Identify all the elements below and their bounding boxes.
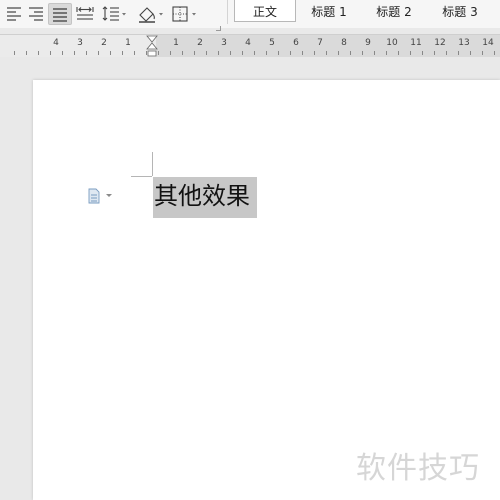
ruler-tick <box>410 51 411 55</box>
ruler-tick <box>26 51 27 55</box>
justify-button[interactable] <box>48 3 72 25</box>
toolbar: 正文 标题 1 标题 2 标题 3 <box>0 0 500 31</box>
ruler-number: 2 <box>101 38 107 48</box>
ruler-number: 12 <box>434 38 446 48</box>
ruler-tick <box>170 51 171 55</box>
ruler-number: 5 <box>269 38 275 48</box>
align-right-icon <box>29 7 43 21</box>
style-gallery: 正文 标题 1 标题 2 标题 3 <box>232 0 500 23</box>
ruler-tick <box>434 51 435 55</box>
watermark: 软件技巧 <box>356 451 480 486</box>
crop-mark <box>152 152 153 176</box>
document-page[interactable] <box>33 80 500 500</box>
shading-icon <box>139 7 163 23</box>
ruler-number: 3 <box>77 38 83 48</box>
ruler-tick <box>158 51 159 55</box>
ruler-number: 13 <box>458 38 470 48</box>
justify-icon <box>53 8 67 22</box>
borders-icon <box>172 6 196 22</box>
ruler-tick <box>398 51 399 55</box>
ruler-tick <box>278 51 279 55</box>
ruler-number: 10 <box>386 38 398 48</box>
ruler-tick <box>182 51 183 55</box>
ruler-tick <box>494 51 495 55</box>
ruler-tick <box>326 51 327 55</box>
ruler-tick <box>242 51 243 55</box>
ruler-tick <box>470 51 471 55</box>
ruler-number: 4 <box>245 38 251 48</box>
style-item-heading1[interactable]: 标题 1 <box>298 0 360 22</box>
ruler-number: 1 <box>125 38 131 48</box>
ruler-tick <box>194 51 195 55</box>
ruler-tick <box>38 51 39 55</box>
chevron-down-icon[interactable] <box>106 194 112 197</box>
ruler-tick <box>290 51 291 55</box>
ruler-tick <box>446 51 447 55</box>
ruler-tick <box>374 51 375 55</box>
distribute-button[interactable] <box>74 3 96 23</box>
ruler-number: 9 <box>365 38 371 48</box>
shading-button[interactable] <box>136 3 166 23</box>
ruler-tick <box>134 51 135 55</box>
ruler-number: 7 <box>317 38 323 48</box>
ruler-tick <box>86 51 87 55</box>
ruler-tick <box>122 51 123 55</box>
toolbar-separator <box>227 0 228 24</box>
paragraph-dialog-launcher[interactable] <box>216 26 221 31</box>
ruler-tick <box>350 51 351 55</box>
ruler-number: 8 <box>341 38 347 48</box>
style-item-heading2[interactable]: 标题 2 <box>362 0 426 22</box>
ruler-tick <box>386 51 387 55</box>
ruler-number: 11 <box>410 38 422 48</box>
ruler-tick <box>14 51 15 55</box>
ruler-number: 14 <box>482 38 494 48</box>
ruler-tick <box>482 51 483 55</box>
style-item-body[interactable]: 正文 <box>234 0 296 22</box>
indent-marker-icon[interactable] <box>146 35 158 58</box>
distribute-icon <box>76 7 94 20</box>
ruler-number: 2 <box>197 38 203 48</box>
selected-text[interactable]: 其他效果 <box>153 177 257 218</box>
ruler-tick <box>74 51 75 55</box>
ruler-tick <box>314 51 315 55</box>
crop-mark <box>131 176 152 177</box>
ruler-number: 4 <box>53 38 59 48</box>
ruler-number: 3 <box>221 38 227 48</box>
paragraph-layout-icon[interactable] <box>86 188 102 204</box>
ruler-tick <box>98 51 99 55</box>
align-left-button[interactable] <box>4 3 24 23</box>
ruler-number: 1 <box>173 38 179 48</box>
ruler-tick <box>458 51 459 55</box>
ruler-tick <box>422 51 423 55</box>
line-spacing-button[interactable] <box>100 3 128 23</box>
ruler-tick <box>62 51 63 55</box>
style-item-heading3[interactable]: 标题 3 <box>428 0 492 22</box>
borders-button[interactable] <box>170 3 200 23</box>
align-right-button[interactable] <box>26 3 46 23</box>
ruler-tick <box>302 51 303 55</box>
ruler-tick <box>362 51 363 55</box>
ruler-tick <box>230 51 231 55</box>
ruler-tick <box>206 51 207 55</box>
ruler-tick <box>110 51 111 55</box>
ruler-tick <box>50 51 51 55</box>
horizontal-ruler[interactable]: 4 3 2 1 1 2 3 4 5 6 7 8 9 10 11 12 13 14 <box>0 34 500 57</box>
line-spacing-icon <box>102 6 126 21</box>
ruler-tick <box>218 51 219 55</box>
align-left-icon <box>7 7 21 21</box>
ruler-tick <box>254 51 255 55</box>
ruler-tick <box>266 51 267 55</box>
ruler-tick <box>338 51 339 55</box>
ruler-number: 6 <box>293 38 299 48</box>
